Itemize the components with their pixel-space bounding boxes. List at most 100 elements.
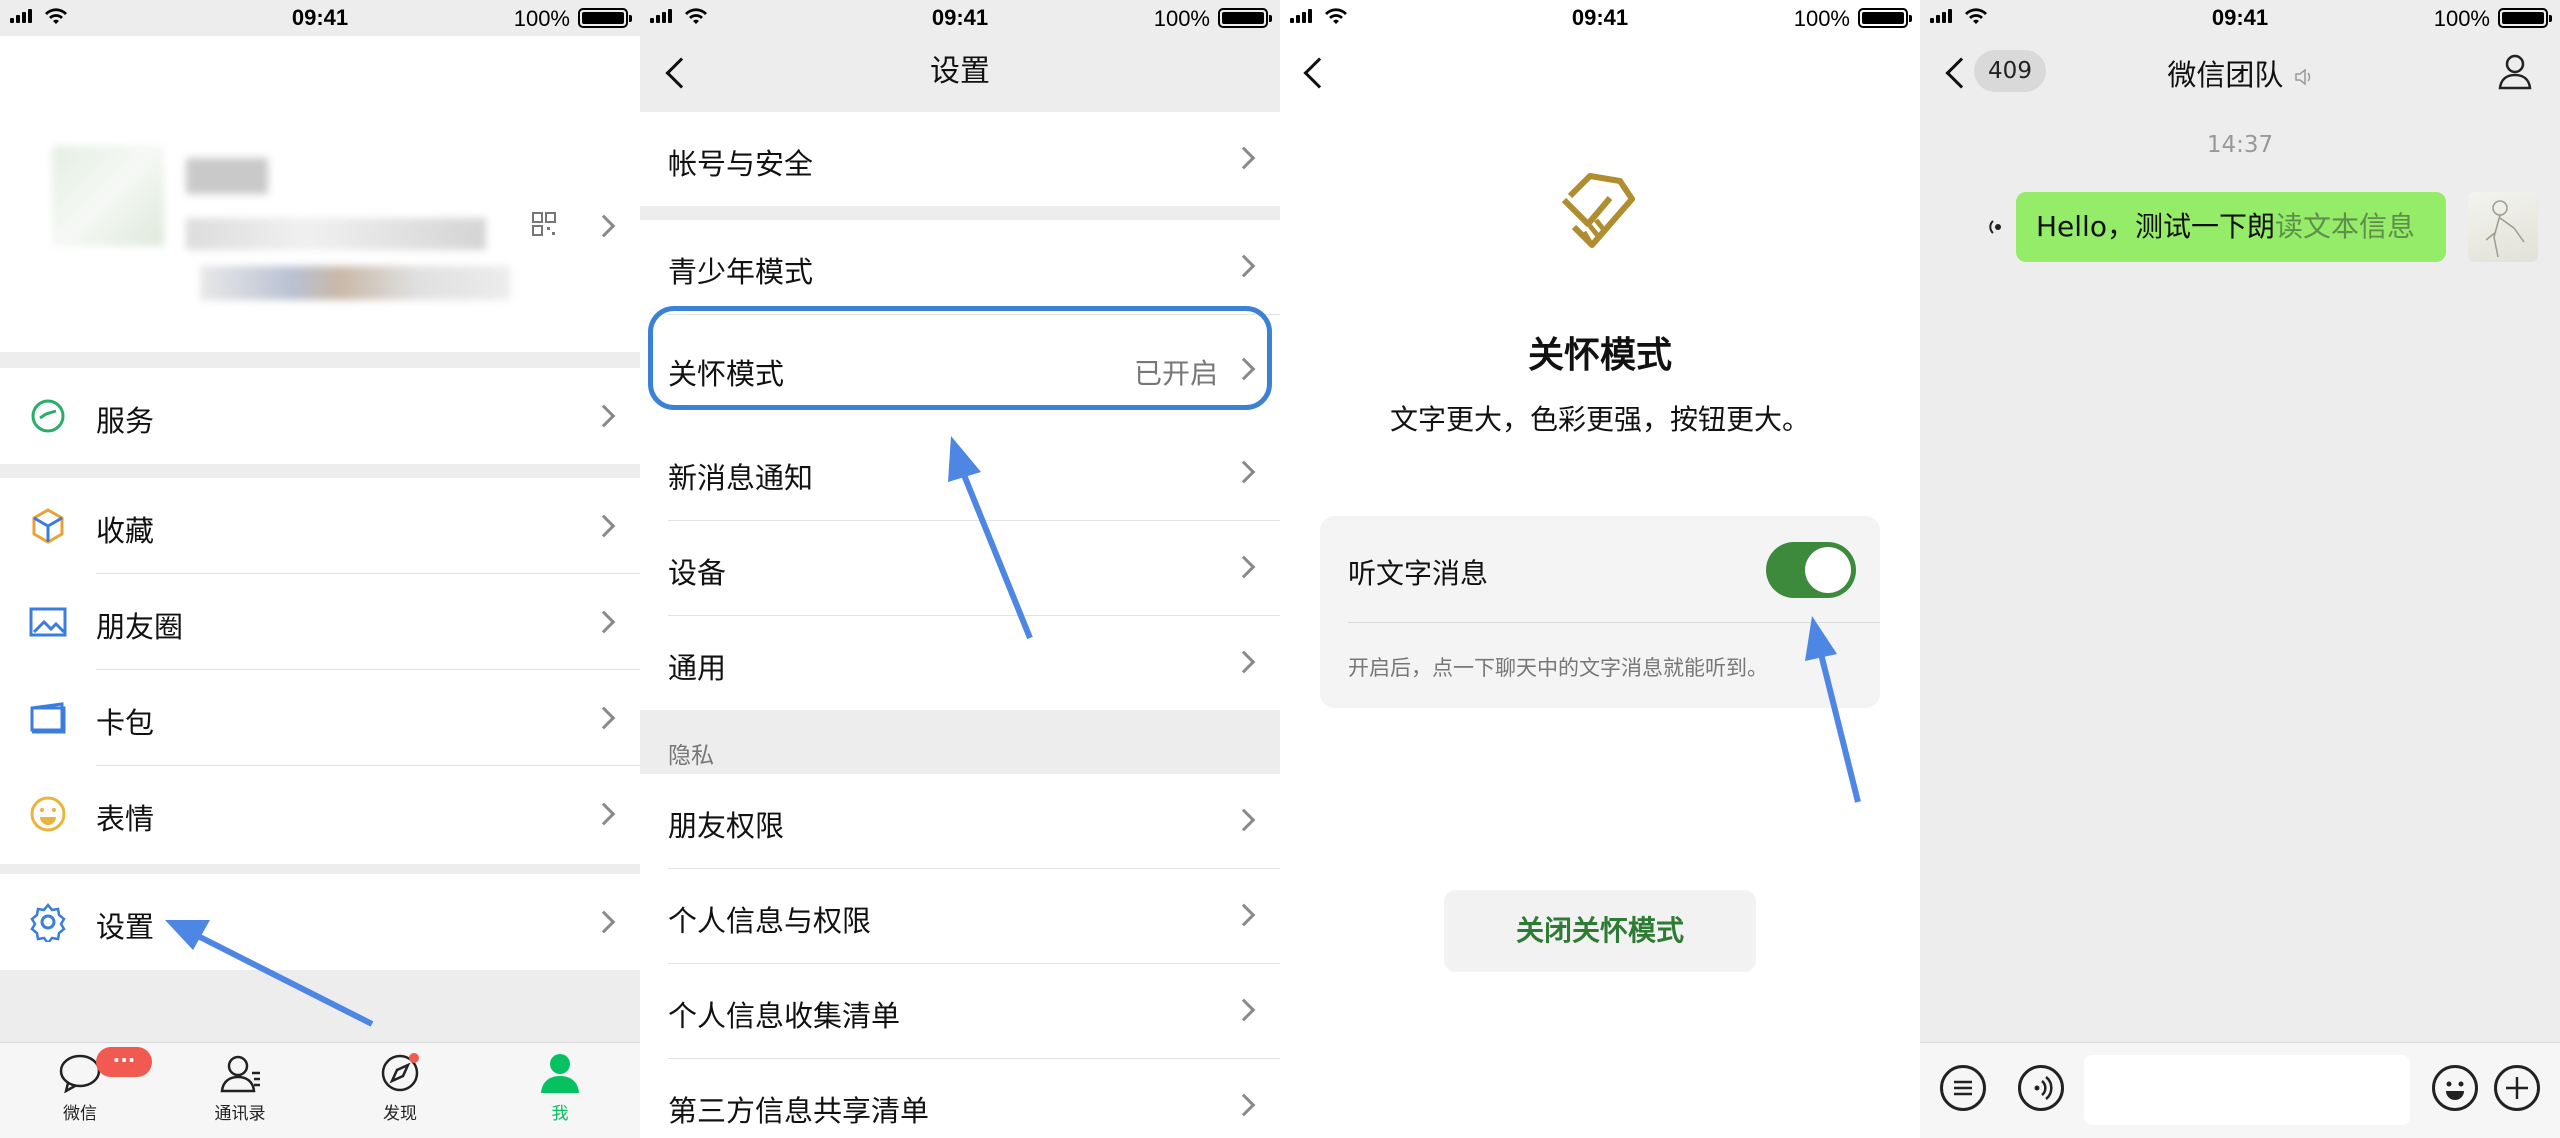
chevron-right-icon <box>1232 808 1256 832</box>
settings-item-friend-permissions[interactable]: 朋友权限 <box>640 774 1280 868</box>
message-bubble[interactable]: Hello，测试一下朗读文本信息 <box>2016 192 2446 262</box>
listen-text-toggle[interactable] <box>1766 542 1856 598</box>
profile-status <box>200 266 510 300</box>
profile-person-icon[interactable] <box>2496 52 2534 90</box>
message-text-read: Hello，测试一下朗 <box>2036 210 2275 243</box>
me-screen: 09:41 100% 服务 收藏 朋友圈 卡包 表情 设置 微信 ··· 通讯录… <box>0 0 640 1138</box>
message-timestamp: 14:37 <box>2206 132 2274 158</box>
menu-moments[interactable]: 朋友圈 <box>0 574 640 670</box>
self-avatar[interactable] <box>2468 192 2538 262</box>
settings-screen: 09:41 100% 设置 帐号与安全 青少年模式 关怀模式 已开启 新消息通知… <box>640 0 1280 1138</box>
profile-name <box>186 158 268 194</box>
compass-icon <box>381 1053 419 1092</box>
chat-screen: 09:41 100% 409 微信团队 14:37 Hello，测试一下朗读文本… <box>1920 0 2560 1138</box>
speaker-icon <box>2294 68 2310 86</box>
profile-id <box>186 218 486 250</box>
item-label: 通用 <box>668 651 727 685</box>
menu-group: 收藏 朋友圈 卡包 表情 <box>0 478 640 864</box>
chevron-right-icon <box>592 214 616 238</box>
battery-percent: 100% <box>1153 6 1210 31</box>
care-mode-screen: 09:41 100% 关怀模式 文字更大，色彩更强，按钮更大。 听文字消息 开启… <box>1280 0 1920 1138</box>
menu-stickers[interactable]: 表情 <box>0 766 640 862</box>
listen-text-card: 听文字消息 开启后，点一下聊天中的文字消息就能听到。 <box>1320 516 1880 708</box>
emoji-icon[interactable] <box>2432 1065 2478 1111</box>
battery-percent: 100% <box>513 6 570 31</box>
menu-label: 卡包 <box>96 706 155 740</box>
item-label: 个人信息收集清单 <box>668 999 901 1033</box>
chevron-right-icon <box>1232 460 1256 484</box>
settings-item-devices[interactable]: 设备 <box>640 521 1280 615</box>
qrcode-icon[interactable] <box>532 212 556 236</box>
chevron-right-icon <box>1232 1093 1256 1117</box>
plus-icon[interactable] <box>2494 1065 2540 1111</box>
tab-me[interactable]: 我 <box>500 1053 620 1124</box>
settings-item-account[interactable]: 帐号与安全 <box>640 112 1280 206</box>
chevron-right-icon <box>1232 254 1256 278</box>
unread-badge: ··· <box>96 1047 152 1077</box>
settings-item-teen[interactable]: 青少年模式 <box>640 220 1280 314</box>
item-label: 第三方信息共享清单 <box>668 1094 930 1128</box>
item-label: 新消息通知 <box>668 461 814 495</box>
voice-icon[interactable] <box>2018 1065 2064 1111</box>
care-hand-heart-icon <box>1561 173 1635 248</box>
settings-item-info-collection[interactable]: 个人信息收集清单 <box>640 964 1280 1058</box>
person-filled-icon <box>541 1054 579 1093</box>
chevron-right-icon <box>592 706 616 730</box>
item-label: 个人信息与权限 <box>668 904 872 938</box>
listen-text-description: 开启后，点一下聊天中的文字消息就能听到。 <box>1348 656 1768 680</box>
chevron-right-icon <box>592 404 616 428</box>
chevron-right-icon <box>592 514 616 538</box>
message-text-pending: 读文本信息 <box>2274 210 2415 243</box>
menu-cards[interactable]: 卡包 <box>0 670 640 766</box>
status-bar: 09:41 100% <box>0 0 640 36</box>
tab-bar: 微信 ··· 通讯录 发现 我 <box>0 1042 640 1138</box>
battery-percent: 100% <box>2433 6 2490 31</box>
settings-item-general[interactable]: 通用 <box>640 616 1280 710</box>
chevron-right-icon <box>592 910 616 934</box>
chevron-right-icon <box>592 802 616 826</box>
nav-bar: 设置 <box>640 36 1280 112</box>
chevron-right-icon <box>1232 903 1256 927</box>
listen-text-label: 听文字消息 <box>1348 557 1489 590</box>
care-mode-title: 关怀模式 <box>1527 335 1672 376</box>
item-label: 青少年模式 <box>668 255 814 289</box>
item-label: 帐号与安全 <box>668 147 814 181</box>
settings-group-general: 新消息通知 设备 通用 <box>640 426 1280 710</box>
menu-services[interactable]: 服务 <box>0 368 640 464</box>
item-label: 设备 <box>668 556 727 590</box>
item-label: 朋友权限 <box>668 809 785 843</box>
tab-label: 通讯录 <box>214 1104 266 1124</box>
settings-item-third-party[interactable]: 第三方信息共享清单 <box>640 1059 1280 1138</box>
chat-title-text: 微信团队 <box>2167 58 2284 92</box>
settings-item-personal-info[interactable]: 个人信息与权限 <box>640 869 1280 963</box>
contacts-icon <box>220 1055 260 1093</box>
status-bar: 09:41 100% <box>1920 0 2560 36</box>
message-input[interactable] <box>2084 1055 2410 1125</box>
tab-chats[interactable]: 微信 ··· <box>20 1047 152 1124</box>
battery-icon <box>1218 8 1272 28</box>
chevron-right-icon <box>592 610 616 634</box>
menu-label: 表情 <box>96 802 155 836</box>
close-care-mode-button[interactable]: 关闭关怀模式 <box>1444 890 1756 972</box>
settings-item-notifications[interactable]: 新消息通知 <box>640 426 1280 520</box>
menu-label: 服务 <box>96 404 155 438</box>
tab-label: 我 <box>551 1104 569 1124</box>
sound-playing-icon <box>1989 220 2001 234</box>
settings-group-privacy: 朋友权限 个人信息与权限 个人信息收集清单 第三方信息共享清单 <box>640 774 1280 1138</box>
chat-input-bar <box>1920 1042 2560 1138</box>
status-bar: 09:41 100% <box>1280 0 1920 36</box>
moments-picture-icon <box>29 607 67 637</box>
chevron-right-icon <box>1232 146 1256 170</box>
back-icon[interactable] <box>1303 57 1335 89</box>
menu-favorites[interactable]: 收藏 <box>0 478 640 574</box>
tab-discover[interactable]: 发现 <box>340 1053 460 1124</box>
tab-contacts[interactable]: 通讯录 <box>180 1053 300 1124</box>
profile-card[interactable] <box>0 36 640 352</box>
services-icon <box>31 399 65 433</box>
menu-settings[interactable]: 设置 <box>0 874 640 970</box>
menu-label: 设置 <box>96 910 155 944</box>
care-mode-subtitle: 文字更大，色彩更强，按钮更大。 <box>1389 403 1810 436</box>
sketch-figure-icon <box>2485 200 2525 258</box>
menu-list-icon[interactable] <box>1940 1065 1986 1111</box>
back-icon[interactable] <box>665 57 697 89</box>
